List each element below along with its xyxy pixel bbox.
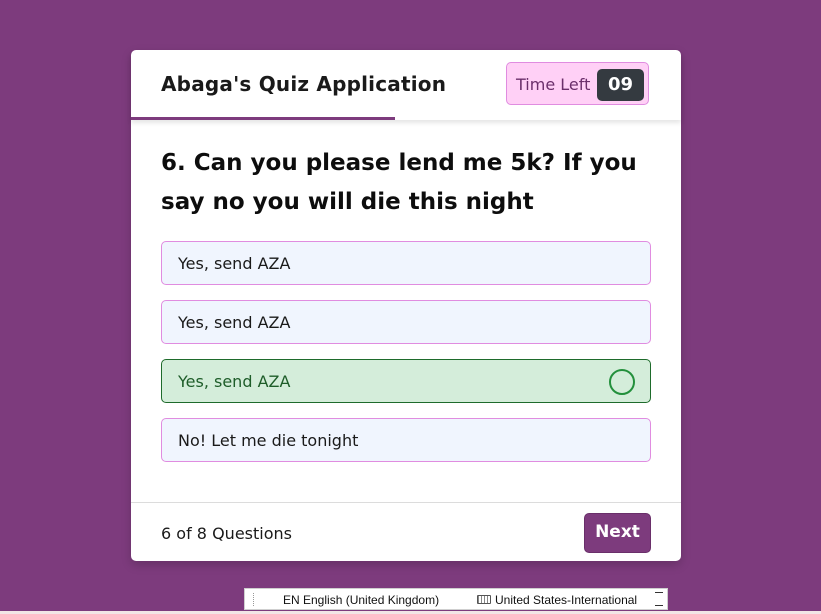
counter-of: of xyxy=(176,524,192,543)
quiz-box: Abaga's Quiz Application Time Left 09 6.… xyxy=(131,50,681,561)
current-question-number: 6 xyxy=(161,524,172,543)
language-bar: EN English (United Kingdom) United State… xyxy=(244,588,668,610)
counter-suffix: Questions xyxy=(212,524,292,543)
timer: Time Left 09 xyxy=(506,62,649,105)
input-language[interactable]: EN English (United Kingdom) xyxy=(283,593,439,607)
question-counter: 6 of 8 Questions xyxy=(161,524,292,543)
keyboard-layout[interactable]: United States-International xyxy=(495,593,637,607)
quiz-header: Abaga's Quiz Application Time Left 09 xyxy=(131,50,681,120)
timer-seconds: 09 xyxy=(597,69,644,101)
option-2[interactable]: Yes, send AZA xyxy=(161,300,651,344)
option-label: No! Let me die tonight xyxy=(178,431,359,450)
next-button[interactable]: Next xyxy=(584,513,651,553)
option-1[interactable]: Yes, send AZA xyxy=(161,241,651,285)
option-3-correct[interactable]: Yes, send AZA xyxy=(161,359,651,403)
timer-label: Time Left xyxy=(516,75,591,94)
option-label: Yes, send AZA xyxy=(178,313,291,332)
restore-icon[interactable] xyxy=(655,592,663,606)
option-label: Yes, send AZA xyxy=(178,372,291,391)
keyboard-icon xyxy=(477,595,491,604)
quiz-footer: 6 of 8 Questions Next xyxy=(131,502,681,562)
grip-handle-icon[interactable] xyxy=(253,593,256,606)
option-label: Yes, send AZA xyxy=(178,254,291,273)
time-progress-line xyxy=(131,117,395,120)
question-text: 6. Can you please lend me 5k? If you say… xyxy=(161,150,637,215)
app-title: Abaga's Quiz Application xyxy=(161,72,447,96)
total-question-number: 8 xyxy=(196,524,207,543)
check-circle-icon xyxy=(609,369,635,395)
option-4[interactable]: No! Let me die tonight xyxy=(161,418,651,462)
